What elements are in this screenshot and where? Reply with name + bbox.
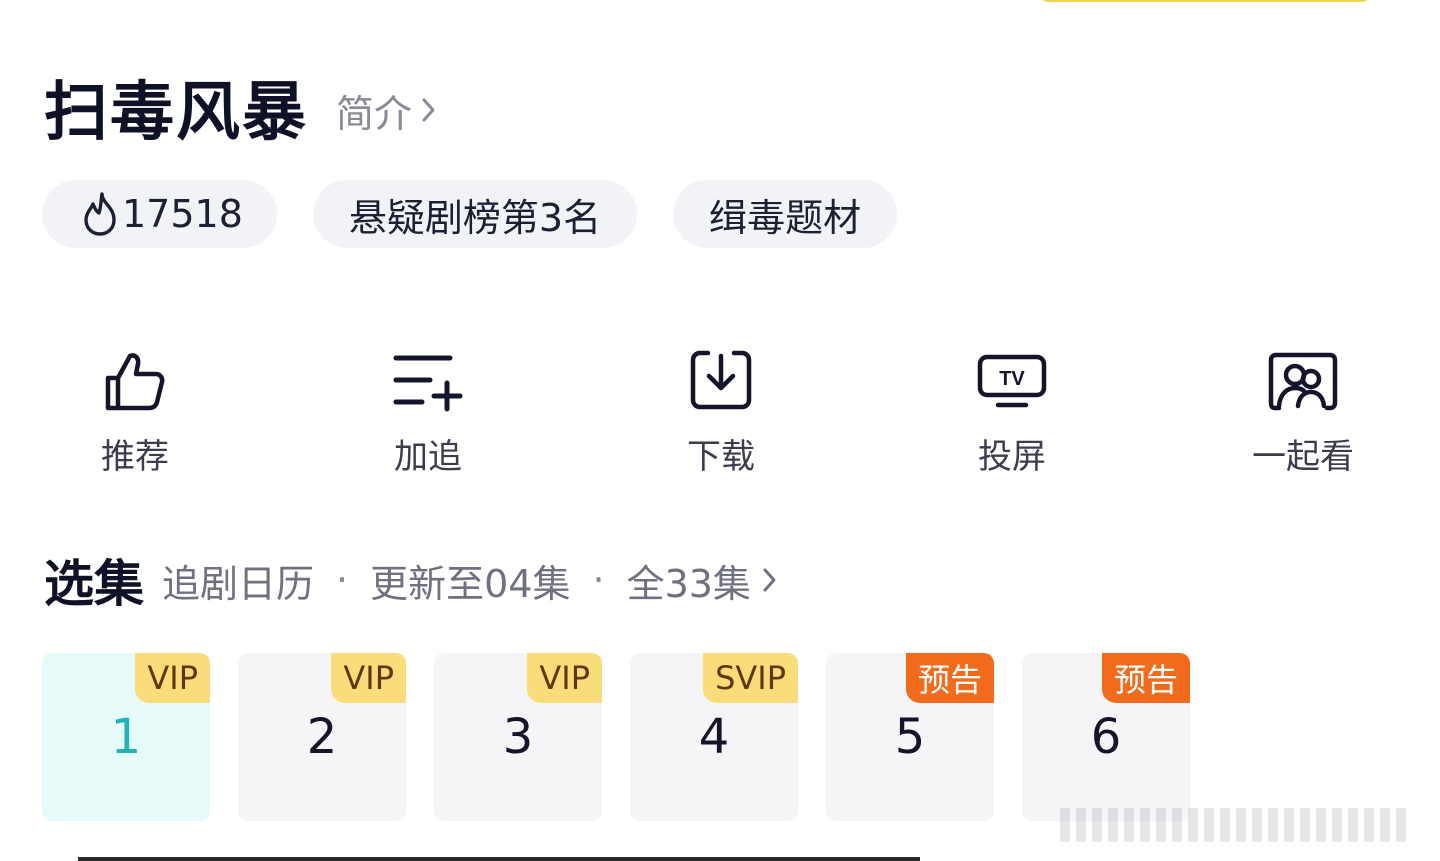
heat-value: 17518	[122, 192, 243, 236]
watch-together-label: 一起看	[1252, 437, 1354, 477]
vip-badge: VIP	[135, 653, 210, 703]
preview-badge: 预告	[905, 653, 994, 703]
episode-tile-1[interactable]: VIP 1	[42, 653, 210, 821]
episode-number: 4	[698, 709, 730, 765]
vip-badge: VIP	[331, 653, 406, 703]
update-status: 更新至04集	[370, 561, 571, 606]
ranking-tag[interactable]: 悬疑剧榜第3名	[312, 180, 638, 248]
heat-tag[interactable]: 17518	[42, 180, 277, 248]
bottom-divider	[78, 857, 920, 861]
intro-label: 简介	[336, 91, 413, 136]
episode-tile-4[interactable]: SVIP 4	[630, 653, 798, 821]
episode-tile-5[interactable]: 预告 5	[826, 653, 994, 821]
genre-tag[interactable]: 缉毒题材	[673, 180, 898, 248]
episode-number: 3	[502, 709, 534, 765]
watch-together-button[interactable]: 一起看	[1213, 345, 1393, 478]
episode-tile-2[interactable]: VIP 2	[238, 653, 406, 821]
add-to-list-icon	[393, 355, 463, 412]
separator-dot: ·	[336, 558, 349, 602]
download-label: 下载	[687, 437, 755, 477]
chevron-right-icon	[422, 98, 435, 122]
download-icon	[690, 350, 752, 410]
flame-icon	[84, 192, 116, 236]
episode-tile-3[interactable]: VIP 3	[434, 653, 602, 821]
episode-tile-6[interactable]: 预告 6	[1022, 653, 1190, 821]
separator-dot: ·	[592, 558, 605, 602]
add-to-watchlist-label: 加追	[394, 437, 462, 477]
top-banner-pill[interactable]	[1040, 0, 1370, 2]
action-bar: 推荐 加追 下载 TV 投屏 一起看	[0, 345, 1440, 478]
title-row: 扫毒风暴 简介	[44, 62, 438, 152]
tags-row: 17518 悬疑剧榜第3名 缉毒题材	[42, 180, 933, 248]
cast-to-tv-button[interactable]: TV 投屏	[922, 345, 1102, 478]
thumbs-up-icon	[105, 353, 165, 411]
tv-cast-icon: TV	[977, 354, 1047, 408]
preview-badge: 预告	[1101, 653, 1190, 703]
episode-number: 2	[306, 709, 338, 765]
vip-badge: VIP	[527, 653, 602, 703]
episodes-header: 选集 追剧日历 · 更新至04集 · 全33集	[44, 548, 779, 613]
episodes-grid: VIP 1 VIP 2 VIP 3 SVIP 4 预告 5 预告 6	[42, 653, 1218, 821]
episode-number: 6	[1090, 709, 1122, 765]
episodes-title: 选集	[44, 555, 144, 613]
add-to-watchlist-button[interactable]: 加追	[338, 345, 518, 478]
show-title: 扫毒风暴	[44, 76, 308, 150]
recommend-label: 推荐	[101, 437, 169, 477]
calendar-link[interactable]: 追剧日历	[162, 553, 314, 608]
watermark	[1060, 800, 1430, 850]
svip-badge: SVIP	[703, 653, 798, 703]
cast-to-tv-label: 投屏	[978, 437, 1046, 477]
episodes-meta-link[interactable]: 追剧日历 · 更新至04集 · 全33集	[162, 553, 779, 608]
episode-number: 1	[110, 709, 142, 765]
show-detail-page: 扫毒风暴 简介 17518 悬疑剧榜第3名 缉毒题材 推荐 加追 下载 TV 投…	[0, 0, 1440, 861]
watch-together-icon	[1268, 352, 1338, 411]
recommend-button[interactable]: 推荐	[45, 345, 225, 478]
chevron-right-icon	[763, 568, 776, 592]
svg-text:TV: TV	[999, 368, 1025, 390]
intro-link[interactable]: 简介	[336, 83, 438, 138]
download-button[interactable]: 下载	[631, 345, 811, 478]
total-episodes: 全33集	[626, 561, 751, 606]
episode-number: 5	[894, 709, 926, 765]
